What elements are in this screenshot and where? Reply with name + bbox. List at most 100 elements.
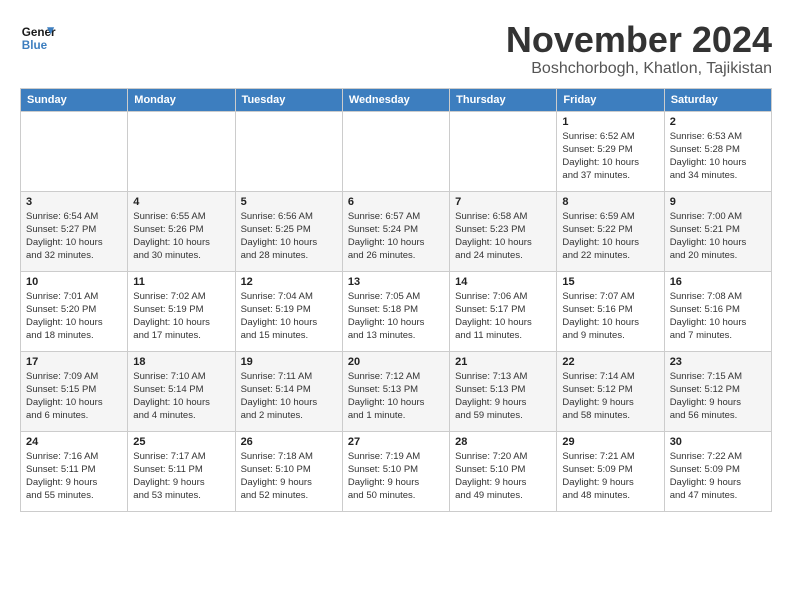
day-number: 8 [562,196,658,208]
calendar-cell: 3 Sunrise: 6:54 AM Sunset: 5:27 PM Daylig… [21,191,128,271]
calendar-week-row: 17 Sunrise: 7:09 AM Sunset: 5:15 PM Dayli… [21,351,772,431]
location-title: Boshchorbogh, Khatlon, Tajikistan [506,60,772,78]
weekday-header: Sunday [21,88,128,111]
weekday-header: Monday [128,88,235,111]
day-info: Sunrise: 7:13 AM Sunset: 5:13 PM Dayligh… [455,370,551,423]
day-info: Sunrise: 7:18 AM Sunset: 5:10 PM Dayligh… [241,450,337,503]
weekday-header: Wednesday [342,88,449,111]
calendar-cell: 24 Sunrise: 7:16 AM Sunset: 5:11 PM Dayli… [21,431,128,511]
calendar-cell [21,111,128,191]
calendar-cell: 6Sunrise: 6:57 AM Sunset: 5:24 PM Daylig… [342,191,449,271]
day-info: Sunrise: 6:52 AM Sunset: 5:29 PM Dayligh… [562,130,658,183]
weekday-header: Friday [557,88,664,111]
calendar-cell: 26 Sunrise: 7:18 AM Sunset: 5:10 PM Dayli… [235,431,342,511]
title-block: November 2024 Boshchorbogh, Khatlon, Taj… [506,20,772,78]
calendar-cell: 29 Sunrise: 7:21 AM Sunset: 5:09 PM Dayli… [557,431,664,511]
calendar-cell: 10 Sunrise: 7:01 AM Sunset: 5:20 PM Dayli… [21,271,128,351]
day-info: Sunrise: 7:12 AM Sunset: 5:13 PM Dayligh… [348,370,444,423]
logo: General Blue [20,20,56,56]
day-info: Sunrise: 7:16 AM Sunset: 5:11 PM Dayligh… [26,450,122,503]
calendar-cell: 28 Sunrise: 7:20 AM Sunset: 5:10 PM Dayli… [450,431,557,511]
calendar-table: SundayMondayTuesdayWednesdayThursdayFrid… [20,88,772,512]
day-info: Sunrise: 7:22 AM Sunset: 5:09 PM Dayligh… [670,450,766,503]
calendar-cell: 8 Sunrise: 6:59 AM Sunset: 5:22 PM Daylig… [557,191,664,271]
day-info: Sunrise: 6:53 AM Sunset: 5:28 PM Dayligh… [670,130,766,183]
day-number: 18 [133,356,229,368]
day-number: 10 [26,276,122,288]
calendar-cell: 19 Sunrise: 7:11 AM Sunset: 5:14 PM Dayli… [235,351,342,431]
month-title: November 2024 [506,20,772,60]
calendar-cell [128,111,235,191]
day-info: Sunrise: 7:17 AM Sunset: 5:11 PM Dayligh… [133,450,229,503]
calendar-cell: 30 Sunrise: 7:22 AM Sunset: 5:09 PM Dayli… [664,431,771,511]
day-number: 24 [26,436,122,448]
calendar-cell: 13 Sunrise: 7:05 AM Sunset: 5:18 PM Dayli… [342,271,449,351]
day-number: 12 [241,276,337,288]
day-info: Sunrise: 7:15 AM Sunset: 5:12 PM Dayligh… [670,370,766,423]
day-info: Sunrise: 7:05 AM Sunset: 5:18 PM Dayligh… [348,290,444,343]
calendar-week-row: 3 Sunrise: 6:54 AM Sunset: 5:27 PM Daylig… [21,191,772,271]
calendar-cell: 4 Sunrise: 6:55 AM Sunset: 5:26 PM Daylig… [128,191,235,271]
day-info: Sunrise: 6:54 AM Sunset: 5:27 PM Dayligh… [26,210,122,263]
day-number: 3 [26,196,122,208]
day-number: 1 [562,116,658,128]
calendar-cell: 21 Sunrise: 7:13 AM Sunset: 5:13 PM Dayli… [450,351,557,431]
day-info: Sunrise: 6:58 AM Sunset: 5:23 PM Dayligh… [455,210,551,263]
day-number: 9 [670,196,766,208]
day-info: Sunrise: 7:00 AM Sunset: 5:21 PM Dayligh… [670,210,766,263]
day-number: 6 [348,196,444,208]
calendar-cell: 15Sunrise: 7:07 AM Sunset: 5:16 PM Dayli… [557,271,664,351]
day-info: Sunrise: 7:02 AM Sunset: 5:19 PM Dayligh… [133,290,229,343]
day-number: 5 [241,196,337,208]
day-number: 27 [348,436,444,448]
day-info: Sunrise: 7:09 AM Sunset: 5:15 PM Dayligh… [26,370,122,423]
weekday-header: Tuesday [235,88,342,111]
day-number: 29 [562,436,658,448]
calendar-cell [450,111,557,191]
day-number: 16 [670,276,766,288]
day-info: Sunrise: 6:55 AM Sunset: 5:26 PM Dayligh… [133,210,229,263]
day-info: Sunrise: 7:07 AM Sunset: 5:16 PM Dayligh… [562,290,658,343]
calendar-cell: 20 Sunrise: 7:12 AM Sunset: 5:13 PM Dayli… [342,351,449,431]
logo-icon: General Blue [20,20,56,56]
calendar-cell: 16 Sunrise: 7:08 AM Sunset: 5:16 PM Dayli… [664,271,771,351]
day-number: 21 [455,356,551,368]
calendar-cell: 25 Sunrise: 7:17 AM Sunset: 5:11 PM Dayli… [128,431,235,511]
day-info: Sunrise: 7:10 AM Sunset: 5:14 PM Dayligh… [133,370,229,423]
day-number: 14 [455,276,551,288]
day-number: 13 [348,276,444,288]
day-number: 4 [133,196,229,208]
day-info: Sunrise: 7:11 AM Sunset: 5:14 PM Dayligh… [241,370,337,423]
day-info: Sunrise: 6:59 AM Sunset: 5:22 PM Dayligh… [562,210,658,263]
day-info: Sunrise: 7:20 AM Sunset: 5:10 PM Dayligh… [455,450,551,503]
calendar-cell: 17 Sunrise: 7:09 AM Sunset: 5:15 PM Dayli… [21,351,128,431]
day-number: 25 [133,436,229,448]
day-number: 28 [455,436,551,448]
day-number: 17 [26,356,122,368]
day-number: 19 [241,356,337,368]
day-number: 30 [670,436,766,448]
calendar-cell: 23 Sunrise: 7:15 AM Sunset: 5:12 PM Dayli… [664,351,771,431]
day-info: Sunrise: 6:56 AM Sunset: 5:25 PM Dayligh… [241,210,337,263]
calendar-cell: 5 Sunrise: 6:56 AM Sunset: 5:25 PM Daylig… [235,191,342,271]
calendar-cell: 18 Sunrise: 7:10 AM Sunset: 5:14 PM Dayli… [128,351,235,431]
day-number: 22 [562,356,658,368]
day-info: Sunrise: 7:01 AM Sunset: 5:20 PM Dayligh… [26,290,122,343]
day-number: 20 [348,356,444,368]
calendar-week-row: 1 Sunrise: 6:52 AM Sunset: 5:29 PM Daylig… [21,111,772,191]
day-number: 11 [133,276,229,288]
calendar-cell: 14 Sunrise: 7:06 AM Sunset: 5:17 PM Dayli… [450,271,557,351]
calendar-cell: 2 Sunrise: 6:53 AM Sunset: 5:28 PM Daylig… [664,111,771,191]
day-number: 23 [670,356,766,368]
calendar-cell: 22Sunrise: 7:14 AM Sunset: 5:12 PM Dayli… [557,351,664,431]
calendar-cell: 27 Sunrise: 7:19 AM Sunset: 5:10 PM Dayli… [342,431,449,511]
calendar-cell: 12Sunrise: 7:04 AM Sunset: 5:19 PM Dayli… [235,271,342,351]
day-info: Sunrise: 7:21 AM Sunset: 5:09 PM Dayligh… [562,450,658,503]
page-header: General Blue November 2024 Boshchorbogh,… [20,20,772,78]
day-info: Sunrise: 7:06 AM Sunset: 5:17 PM Dayligh… [455,290,551,343]
day-number: 26 [241,436,337,448]
calendar-cell [235,111,342,191]
day-number: 2 [670,116,766,128]
day-info: Sunrise: 7:19 AM Sunset: 5:10 PM Dayligh… [348,450,444,503]
day-info: Sunrise: 7:08 AM Sunset: 5:16 PM Dayligh… [670,290,766,343]
